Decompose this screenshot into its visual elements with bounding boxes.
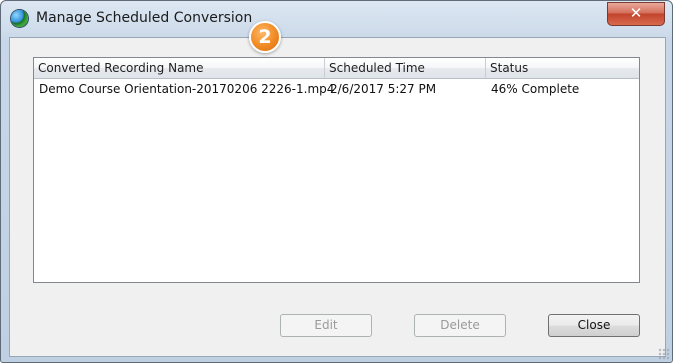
close-button[interactable]: Close [548, 314, 640, 337]
scheduled-conversions-list[interactable]: Converted Recording Name Scheduled Time … [33, 57, 640, 283]
step-number-badge: 2 [249, 21, 281, 53]
resize-grip-icon[interactable] [658, 348, 670, 360]
close-icon: ✕ [629, 4, 643, 22]
edit-button[interactable]: Edit [280, 314, 372, 337]
delete-button[interactable]: Delete [414, 314, 506, 337]
table-row[interactable]: Demo Course Orientation-20170206 2226-1.… [34, 80, 639, 98]
column-header-name[interactable]: Converted Recording Name [34, 58, 325, 78]
close-window-button[interactable]: ✕ [607, 2, 665, 26]
title-bar[interactable]: Manage Scheduled Conversion ✕ [1, 1, 672, 37]
row-status: 46% Complete [491, 82, 580, 96]
column-header-scheduled-time[interactable]: Scheduled Time [325, 58, 486, 78]
list-header: Converted Recording Name Scheduled Time … [34, 58, 639, 79]
row-scheduled-time: 2/6/2017 5:27 PM [330, 82, 437, 96]
dialog-window: Manage Scheduled Conversion ✕ 2 Converte… [0, 0, 673, 363]
row-recording-name: Demo Course Orientation-20170206 2226-1.… [39, 82, 335, 96]
dialog-body: Converted Recording Name Scheduled Time … [9, 37, 666, 357]
globe-icon [11, 10, 28, 27]
column-header-status[interactable]: Status [486, 58, 639, 78]
window-title: Manage Scheduled Conversion [36, 10, 253, 26]
